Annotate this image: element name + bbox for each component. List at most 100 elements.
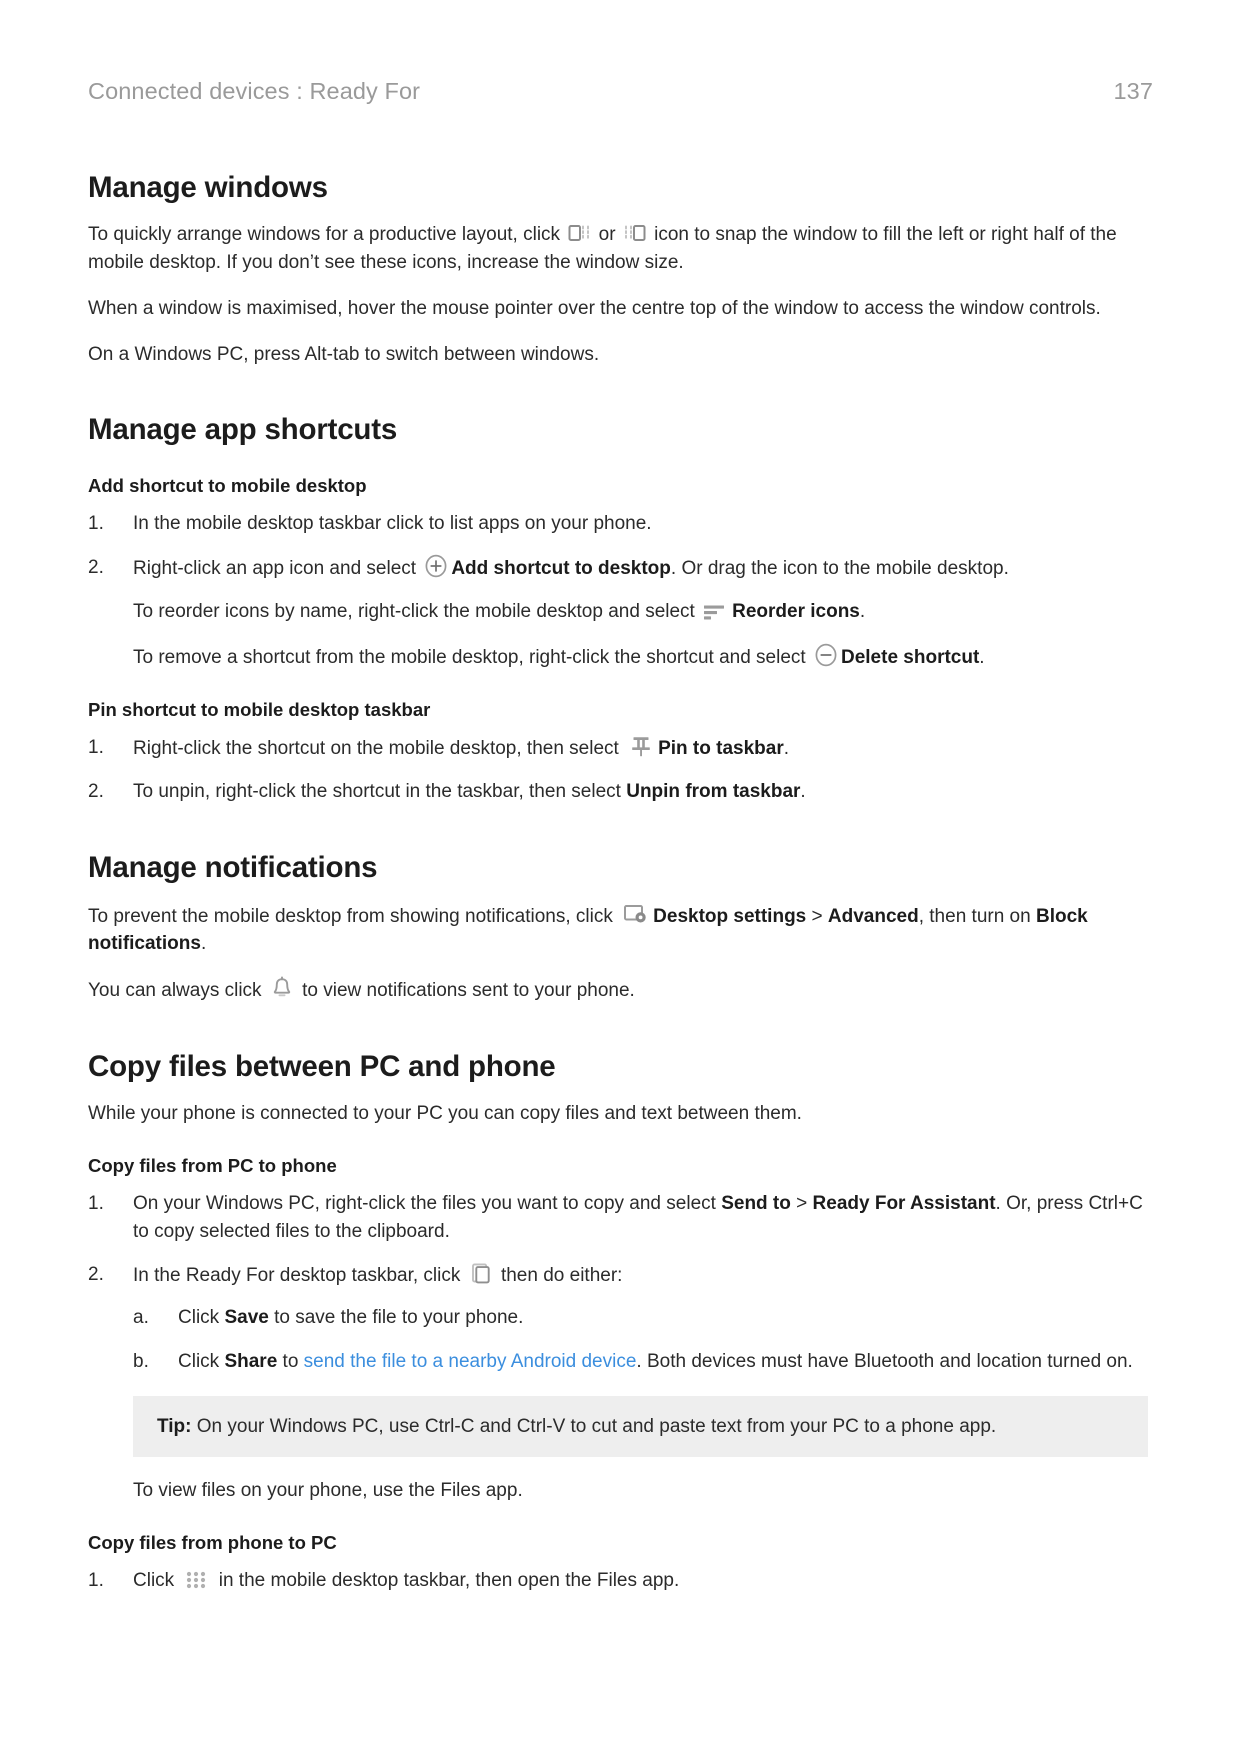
link-send-file-nearby-android[interactable]: send the file to a nearby Android device bbox=[304, 1351, 637, 1372]
list-marker: a. bbox=[133, 1307, 149, 1329]
text-fragment-tail: . bbox=[800, 781, 806, 803]
subheading-pin-shortcut: Pin shortcut to mobile desktop taskbar bbox=[88, 698, 431, 720]
list-item: 2. To unpin, right-click the shortcut in… bbox=[88, 778, 1148, 806]
bold-send-to: Send to bbox=[721, 1192, 791, 1214]
bold-unpin-from-taskbar: Unpin from taskbar bbox=[626, 781, 801, 803]
text-gt: > bbox=[806, 905, 828, 927]
snap-window-left-icon[interactable] bbox=[568, 222, 590, 244]
minus-circle-icon[interactable] bbox=[814, 643, 838, 667]
bold-advanced: Advanced bbox=[827, 905, 919, 927]
list-copy-pc-to-phone: 1. On your Windows PC, right-click the f… bbox=[88, 1190, 1148, 1505]
list-item: 1. Right-click the shortcut on the mobil… bbox=[88, 734, 1148, 763]
list-marker: 2. bbox=[88, 781, 104, 803]
subheading-copy-pc-to-phone: Copy files from PC to phone bbox=[88, 1154, 337, 1176]
list-item: b. Click Share to send the file to a nea… bbox=[133, 1348, 1148, 1376]
list-item: 1. On your Windows PC, right-click the f… bbox=[88, 1190, 1148, 1245]
bold-pin-to-taskbar: Pin to taskbar bbox=[658, 737, 784, 759]
list-item-text: In the mobile desktop taskbar click to l… bbox=[133, 512, 652, 534]
document-page: Connected devices : Ready For 137 Manage… bbox=[0, 0, 1241, 1754]
list-item: 1. Click in the mobile desktop taskbar, … bbox=[88, 1567, 1148, 1595]
text-fragment-tail: . bbox=[859, 601, 866, 623]
page-number: 137 bbox=[1113, 78, 1153, 104]
paragraph-copy-intro: While your phone is connected to your PC… bbox=[88, 1103, 802, 1125]
tip-label: Tip: bbox=[157, 1415, 192, 1437]
list-marker: 2. bbox=[88, 556, 104, 578]
bold-save: Save bbox=[224, 1307, 269, 1329]
paragraph-alt-tab: On a Windows PC, press Alt-tab to switch… bbox=[88, 343, 600, 365]
page-header: Connected devices : Ready For 137 bbox=[88, 78, 1153, 105]
list-marker: 1. bbox=[88, 1192, 104, 1214]
section-title-manage-app-shortcuts: Manage app shortcuts bbox=[88, 413, 398, 447]
text-gt: > bbox=[790, 1192, 813, 1214]
list-item: 2. In the Ready For desktop taskbar, cli… bbox=[88, 1261, 1148, 1504]
desktop-settings-gear-icon[interactable] bbox=[623, 902, 649, 926]
text-fragment-tail: in the mobile desktop taskbar, then open… bbox=[218, 1569, 680, 1591]
bell-icon[interactable] bbox=[272, 976, 292, 1000]
paragraph-view-files: To view files on your phone, use the Fil… bbox=[133, 1480, 523, 1502]
text-fragment: Click bbox=[133, 1569, 175, 1591]
subheading-copy-phone-to-pc: Copy files from phone to PC bbox=[88, 1531, 337, 1553]
text-fragment-tail: to save the file to your phone. bbox=[268, 1307, 524, 1329]
text-fragment: to bbox=[277, 1350, 304, 1372]
pushpin-icon[interactable] bbox=[630, 734, 652, 758]
paragraph-block-notifications: To prevent the mobile desktop from showi… bbox=[88, 902, 1148, 958]
section-title-manage-notifications: Manage notifications bbox=[88, 851, 378, 885]
text-fragment-tail: to view notifications sent to your phone… bbox=[302, 980, 635, 1002]
paragraph-snap-windows: To quickly arrange windows for a product… bbox=[88, 221, 1148, 276]
list-marker: 1. bbox=[88, 1569, 104, 1591]
sublist-save-share: a. Click Save to save the file to your p… bbox=[133, 1304, 1148, 1375]
text-fragment: To quickly arrange windows for a product… bbox=[88, 224, 561, 246]
text-fragment-or: or bbox=[598, 224, 616, 246]
list-item-text: Right-click an app icon and select bbox=[133, 557, 417, 579]
text-fragment: On your Windows PC, right-click the file… bbox=[133, 1192, 722, 1214]
subheading-add-shortcut: Add shortcut to mobile desktop bbox=[88, 474, 367, 496]
paragraph-reorder-icons: To reorder icons by name, right-click th… bbox=[88, 598, 1148, 626]
list-item: a. Click Save to save the file to your p… bbox=[133, 1304, 1148, 1332]
list-item: 1. In the mobile desktop taskbar click t… bbox=[88, 510, 1148, 538]
phone-clipboard-icon[interactable] bbox=[470, 1261, 492, 1285]
list-pin-shortcut: 1. Right-click the shortcut on the mobil… bbox=[88, 734, 1148, 806]
bold-reorder-icons: Reorder icons bbox=[732, 601, 860, 623]
text-fragment: You can always click bbox=[88, 980, 262, 1002]
bold-desktop-settings: Desktop settings bbox=[653, 905, 807, 927]
paragraph-view-notifications: You can always click to view notificatio… bbox=[88, 976, 1148, 1005]
page-content: Manage windows To quickly arrange window… bbox=[88, 170, 1148, 1611]
text-fragment: To remove a shortcut from the mobile des… bbox=[133, 646, 806, 668]
text-fragment: Click bbox=[178, 1350, 225, 1372]
paragraph-maximised-window: When a window is maximised, hover the mo… bbox=[88, 297, 1101, 319]
section-title-manage-windows: Manage windows bbox=[88, 171, 328, 204]
list-marker: b. bbox=[133, 1350, 149, 1372]
text-fragment: To reorder icons by name, right-click th… bbox=[133, 601, 695, 623]
sort-lines-icon[interactable] bbox=[703, 600, 729, 622]
bold-add-shortcut-to-desktop: Add shortcut to desktop bbox=[451, 557, 671, 579]
list-item-text-tail: . Or drag the icon to the mobile desktop… bbox=[670, 557, 1009, 579]
text-fragment: Click bbox=[178, 1307, 225, 1329]
tip-text: On your Windows PC, use Ctrl-C and Ctrl-… bbox=[191, 1415, 997, 1437]
list-item: 2. Right-click an app icon and select Ad… bbox=[88, 554, 1148, 583]
plus-circle-icon[interactable] bbox=[424, 554, 448, 578]
section-title-copy-files: Copy files between PC and phone bbox=[88, 1049, 556, 1083]
tip-callout: Tip: On your Windows PC, use Ctrl-C and … bbox=[133, 1395, 1148, 1458]
bold-share: Share bbox=[224, 1350, 278, 1372]
app-drawer-dots-icon[interactable] bbox=[184, 1569, 208, 1589]
text-fragment-tail: . bbox=[200, 933, 207, 955]
list-marker: 2. bbox=[88, 1264, 104, 1286]
text-fragment: To prevent the mobile desktop from showi… bbox=[88, 905, 613, 927]
paragraph-delete-shortcut: To remove a shortcut from the mobile des… bbox=[88, 643, 1148, 672]
list-add-shortcut: 1. In the mobile desktop taskbar click t… bbox=[88, 510, 1148, 582]
bold-delete-shortcut: Delete shortcut bbox=[840, 646, 980, 668]
breadcrumb: Connected devices : Ready For bbox=[88, 78, 421, 104]
text-fragment: In the Ready For desktop taskbar, click bbox=[133, 1265, 461, 1287]
list-item-text: To unpin, right-click the shortcut in th… bbox=[133, 781, 621, 803]
list-item-text: Right-click the shortcut on the mobile d… bbox=[133, 737, 619, 759]
list-marker: 1. bbox=[88, 512, 104, 534]
list-marker: 1. bbox=[88, 736, 104, 758]
text-fragment: , then turn on bbox=[918, 905, 1036, 927]
text-fragment-tail: . Both devices must have Bluetooth and l… bbox=[636, 1350, 1133, 1372]
bold-ready-for-assistant: Ready For Assistant bbox=[812, 1192, 996, 1214]
list-copy-phone-to-pc: 1. Click in the mobile desktop taskbar, … bbox=[88, 1567, 1148, 1595]
snap-window-right-icon[interactable] bbox=[624, 222, 646, 244]
text-fragment-tail: . bbox=[979, 646, 985, 668]
text-fragment-tail: . bbox=[783, 737, 790, 759]
text-fragment-tail: then do either: bbox=[500, 1265, 623, 1287]
